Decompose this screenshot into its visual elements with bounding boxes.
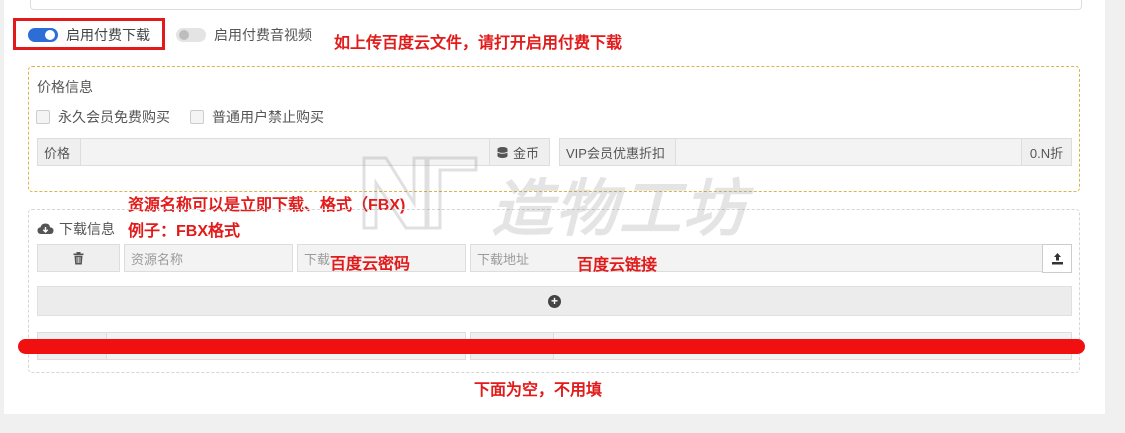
cloud-download-icon xyxy=(37,223,54,234)
price-section-title: 价格信息 xyxy=(37,79,93,95)
discount-suffix-text: 0.N折 xyxy=(1029,145,1064,161)
price-label-text: 价格 xyxy=(44,145,71,161)
plus-circle-icon[interactable]: + xyxy=(548,294,561,308)
delete-row-button[interactable] xyxy=(37,244,120,272)
checkbox-icon[interactable] xyxy=(36,110,50,124)
download-url-placeholder: 下载地址 xyxy=(477,251,530,267)
toggle-on-icon[interactable] xyxy=(28,28,58,42)
watermark-brand-text: 造物工坊 xyxy=(491,175,748,244)
checkbox-icon[interactable] xyxy=(190,110,204,124)
resource-name-placeholder: 资源名称 xyxy=(131,251,184,267)
download-title-text: 下载信息 xyxy=(59,221,115,237)
top-input-field[interactable] xyxy=(30,0,1082,10)
trash-icon[interactable] xyxy=(73,251,84,265)
redline-annotation xyxy=(18,339,1085,354)
price-label: 价格 xyxy=(37,138,81,166)
normal-forbid-label: 普通用户禁止购买 xyxy=(212,109,324,125)
upload-button[interactable] xyxy=(1042,244,1072,273)
vip-free-label: 永久会员免费购买 xyxy=(58,109,170,125)
discount-suffix: 0.N折 xyxy=(1021,138,1072,166)
watermark-logo: 造物工坊 xyxy=(356,148,756,244)
download-section-title: 下载信息 xyxy=(37,219,115,239)
resource-name-input[interactable]: 资源名称 xyxy=(124,244,293,272)
paid-download-label: 启用付费下载 xyxy=(66,27,150,43)
upload-icon[interactable] xyxy=(1051,252,1064,265)
paid-download-switch[interactable]: 启用付费下载 xyxy=(28,25,150,45)
toggle-off-icon[interactable] xyxy=(176,28,206,42)
paid-media-label: 启用付费音视频 xyxy=(214,27,312,43)
empty-hint: 下面为空，不用填 xyxy=(474,382,603,399)
add-row-button[interactable]: + xyxy=(37,286,1072,316)
paid-media-switch[interactable]: 启用付费音视频 xyxy=(176,25,312,45)
link-hint: 百度云链接 xyxy=(577,257,658,274)
password-hint: 百度云密码 xyxy=(330,256,411,273)
normal-forbid-checkbox[interactable]: 普通用户禁止购买 xyxy=(190,107,324,127)
upload-hint: 如上传百度云文件，请打开启用付费下载 xyxy=(334,35,623,52)
download-password-placeholder: 下载 xyxy=(304,251,331,267)
download-url-input[interactable]: 下载地址 xyxy=(470,244,1043,272)
vip-free-checkbox[interactable]: 永久会员免费购买 xyxy=(36,107,170,127)
